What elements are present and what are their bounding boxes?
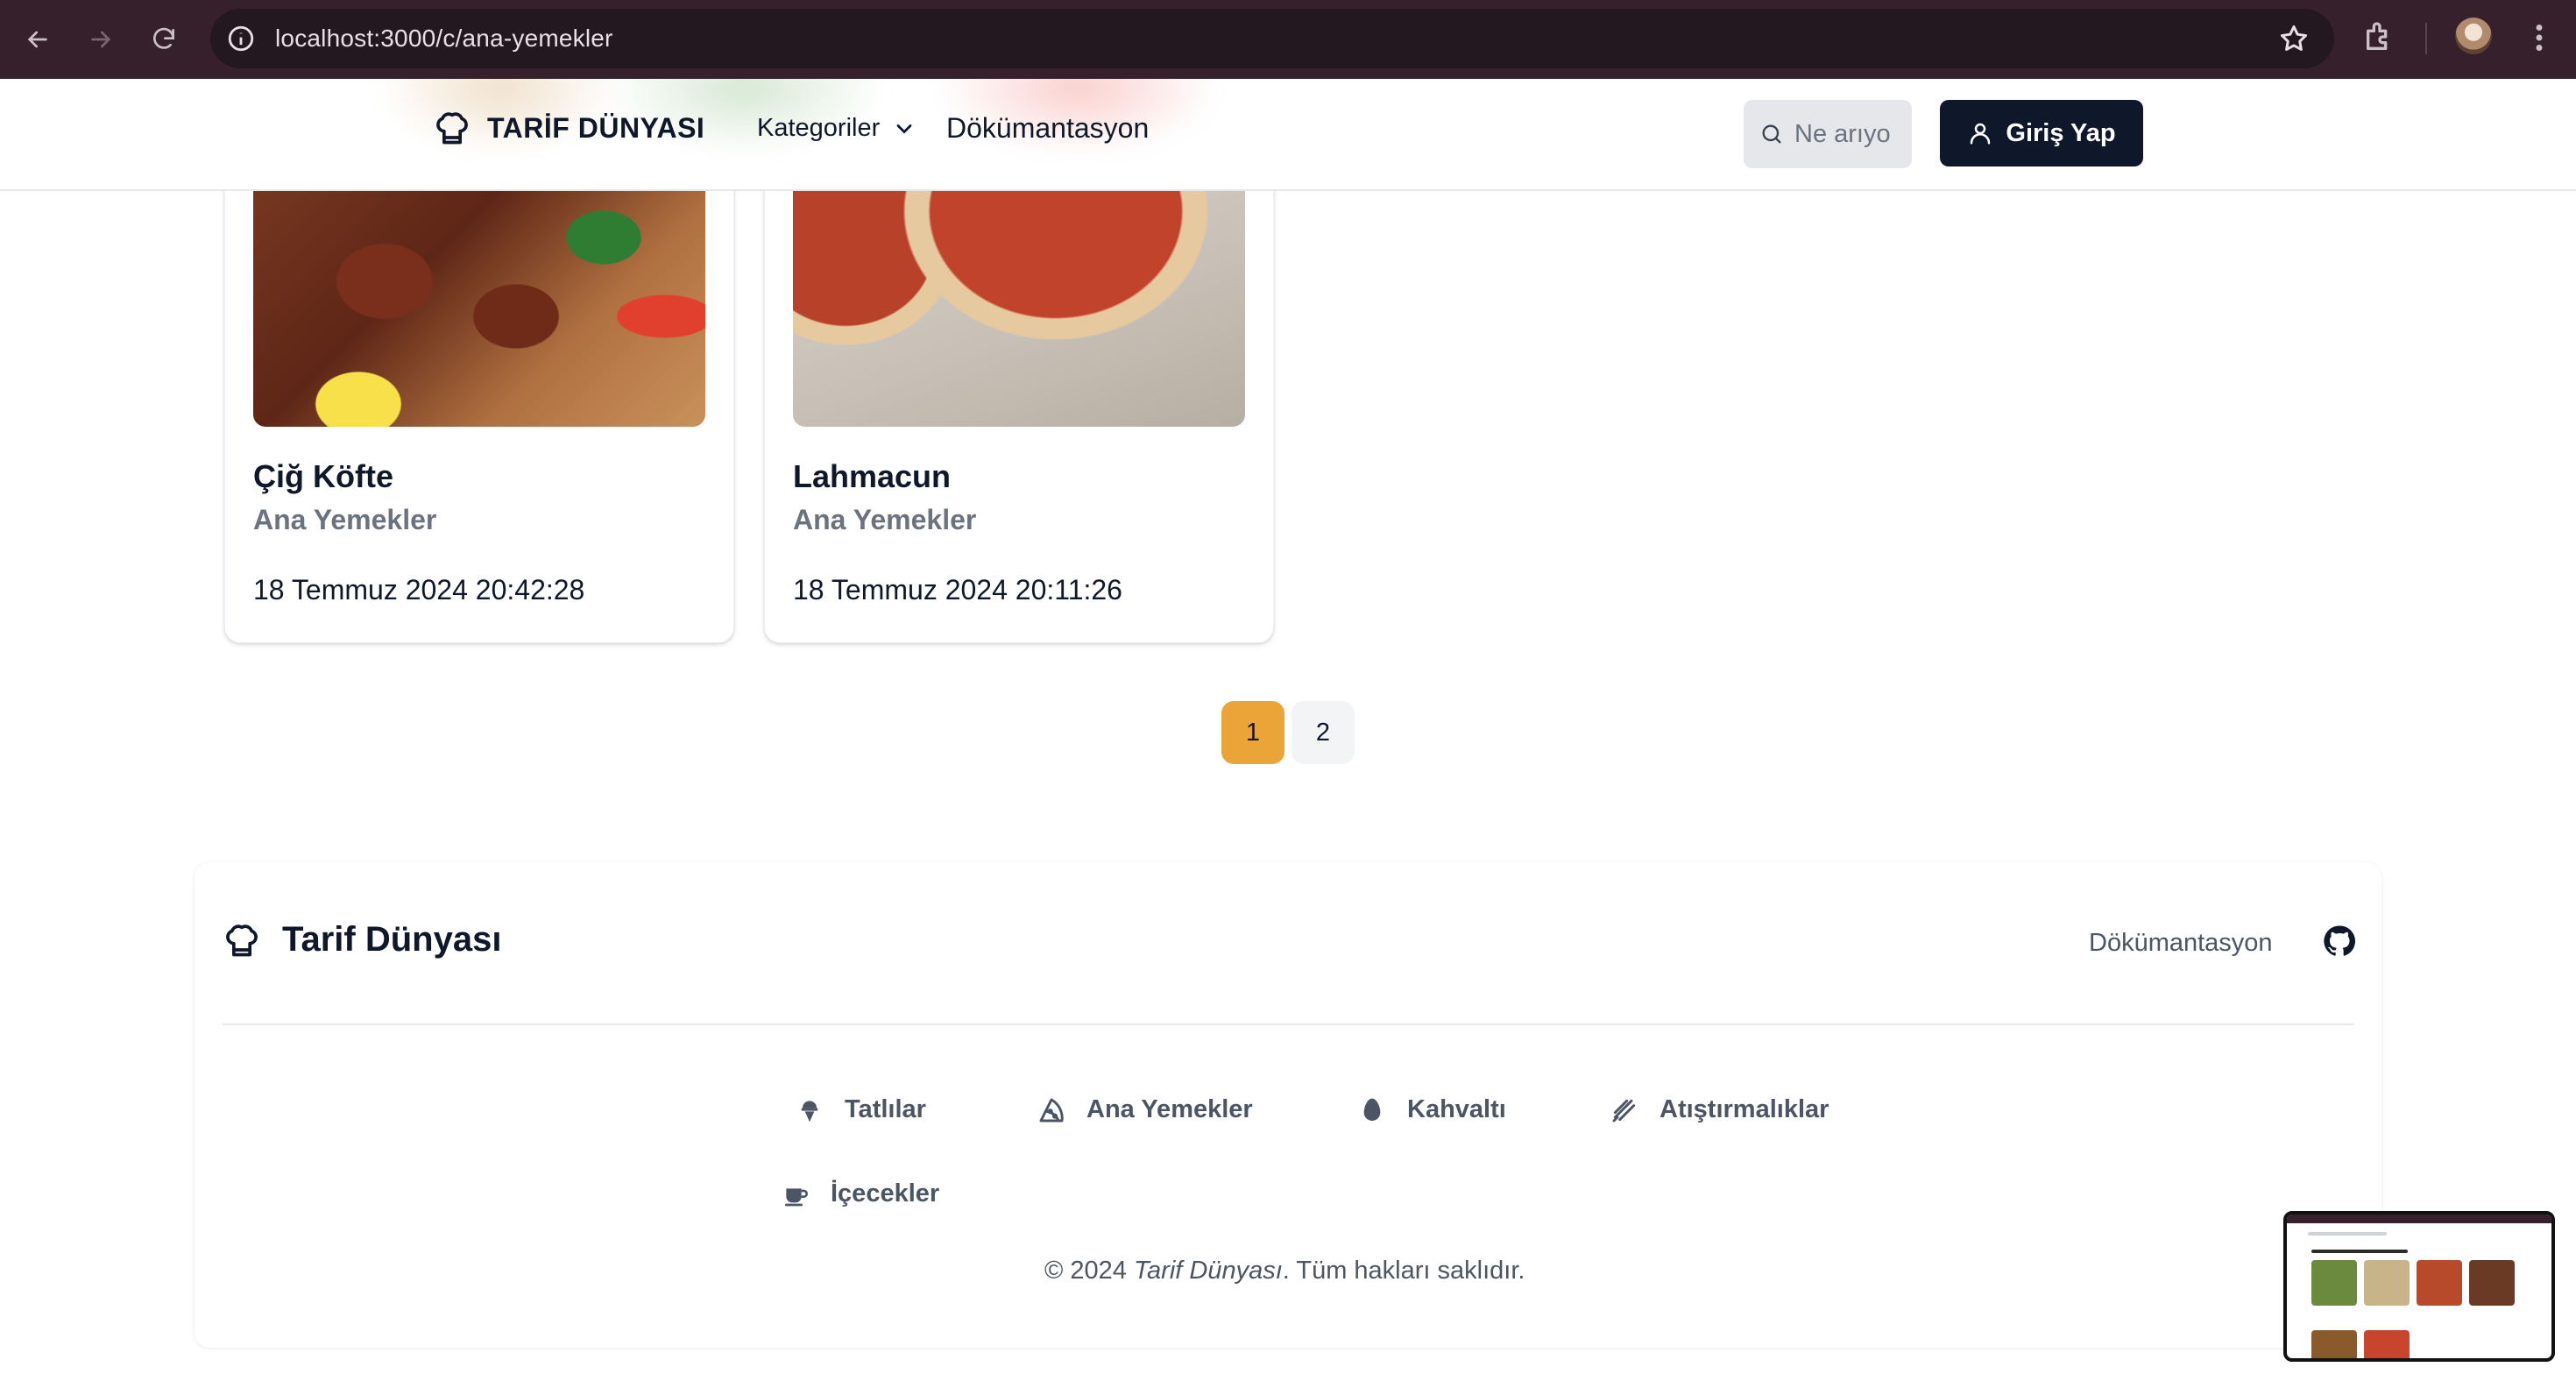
url-text[interactable]: localhost:3000/c/ana-yemekler: [275, 25, 613, 53]
star-icon[interactable]: [2278, 23, 2310, 54]
recipe-title[interactable]: Lahmacun: [793, 458, 951, 495]
footer-brand[interactable]: Tarif Dünyası: [223, 920, 501, 960]
copyright-prefix: © 2024: [1044, 1257, 1134, 1285]
ice-cream-icon: [801, 1100, 818, 1122]
brand-link[interactable]: TARİF DÜNYASI: [433, 109, 704, 147]
reload-icon[interactable]: [144, 19, 184, 60]
login-button[interactable]: Giriş Yap: [1940, 100, 2143, 166]
thumbnail-tile: [2311, 1330, 2357, 1358]
egg-icon: [1363, 1098, 1381, 1121]
chef-hat-icon: [436, 112, 468, 145]
thumbnail-tile: [2417, 1260, 2462, 1306]
site-header: TARİF DÜNYASI Kategoriler Dökümantasyon …: [0, 79, 2576, 191]
pizza-icon: [1039, 1098, 1064, 1122]
footer-divider: [223, 1023, 2353, 1025]
github-icon[interactable]: [2322, 924, 2357, 959]
thumbnail-text: [2311, 1250, 2408, 1253]
search-input[interactable]: [1794, 119, 1891, 149]
site-footer: Tarif Dünyası Dökümantasyon Tatlılar Ana…: [195, 862, 2381, 1348]
footer-link-icecekler[interactable]: İçecekler: [782, 1179, 939, 1208]
footer-link-kahvalti[interactable]: Kahvaltı: [1358, 1095, 1506, 1124]
footer-link-tatlilar[interactable]: Tatlılar: [796, 1095, 926, 1124]
browser-toolbar: localhost:3000/c/ana-yemekler: [0, 0, 2576, 79]
user-icon: [1971, 123, 1991, 145]
docs-link[interactable]: Dökümantasyon: [946, 112, 1149, 145]
profile-avatar[interactable]: [2455, 18, 2492, 54]
search-icon: [1762, 124, 1781, 144]
info-icon[interactable]: [226, 24, 256, 53]
footer-link-label[interactable]: Kahvaltı: [1407, 1095, 1506, 1124]
extensions-icon[interactable]: [2362, 19, 2397, 54]
categories-label[interactable]: Kategoriler: [757, 114, 880, 143]
cookie-icon: [1612, 1099, 1636, 1122]
menu-icon[interactable]: [2523, 18, 2555, 58]
chevron-down-icon[interactable]: [892, 117, 916, 141]
thumbnail-tile: [2469, 1260, 2515, 1306]
copyright: © 2024 Tarif Dünyası. Tüm hakları saklıd…: [195, 1257, 2381, 1285]
recipe-date: 18 Temmuz 2024 20:11:26: [793, 574, 1122, 606]
thumbnail-toolbar: [2287, 1215, 2551, 1223]
brand-name[interactable]: TARİF DÜNYASI: [487, 112, 704, 145]
coffee-icon: [785, 1187, 808, 1206]
toolbar-divider: [2425, 23, 2427, 54]
recipe-category: Ana Yemekler: [253, 504, 437, 535]
footer-link-label[interactable]: Atıştırmalıklar: [1660, 1095, 1829, 1124]
chef-hat-icon: [226, 924, 258, 956]
footer-link-label[interactable]: Tatlılar: [845, 1095, 926, 1124]
footer-link-atistirmaliklar[interactable]: Atıştırmalıklar: [1610, 1095, 1829, 1124]
thumbnail-tile: [2364, 1330, 2410, 1358]
categories-dropdown[interactable]: Kategoriler: [757, 114, 916, 143]
search-box[interactable]: [1744, 100, 1912, 168]
thumbnail-tile: [2364, 1260, 2410, 1306]
footer-link-label[interactable]: İçecekler: [831, 1179, 939, 1208]
address-bar[interactable]: localhost:3000/c/ana-yemekler: [210, 9, 2334, 68]
recipe-title[interactable]: Çiğ Köfte: [253, 458, 393, 495]
footer-brand-name[interactable]: Tarif Dünyası: [282, 920, 501, 960]
thumbnail-text: [2308, 1232, 2387, 1236]
copyright-brand: Tarif Dünyası: [1134, 1257, 1283, 1285]
footer-link-label[interactable]: Ana Yemekler: [1086, 1095, 1253, 1124]
thumbnail-tile: [2311, 1260, 2357, 1306]
footer-link-ana-yemekler[interactable]: Ana Yemekler: [1037, 1095, 1253, 1124]
copyright-suffix: . Tüm hakları saklıdır.: [1282, 1257, 1525, 1285]
back-icon[interactable]: [18, 19, 58, 60]
recipe-card[interactable]: Lahmacun Ana Yemekler 18 Temmuz 2024 20:…: [764, 140, 1274, 643]
page-button-2[interactable]: 2: [1292, 701, 1355, 764]
window-preview-thumbnail[interactable]: [2283, 1211, 2555, 1362]
login-label[interactable]: Giriş Yap: [2006, 119, 2115, 148]
footer-docs-link[interactable]: Dökümantasyon: [2089, 929, 2273, 958]
page-button-1[interactable]: 1: [1221, 701, 1284, 764]
recipe-date: 18 Temmuz 2024 20:42:28: [253, 574, 585, 606]
recipe-category: Ana Yemekler: [793, 504, 977, 535]
forward-icon[interactable]: [81, 19, 121, 60]
recipe-card[interactable]: Çiğ Köfte Ana Yemekler 18 Temmuz 2024 20…: [224, 140, 734, 643]
